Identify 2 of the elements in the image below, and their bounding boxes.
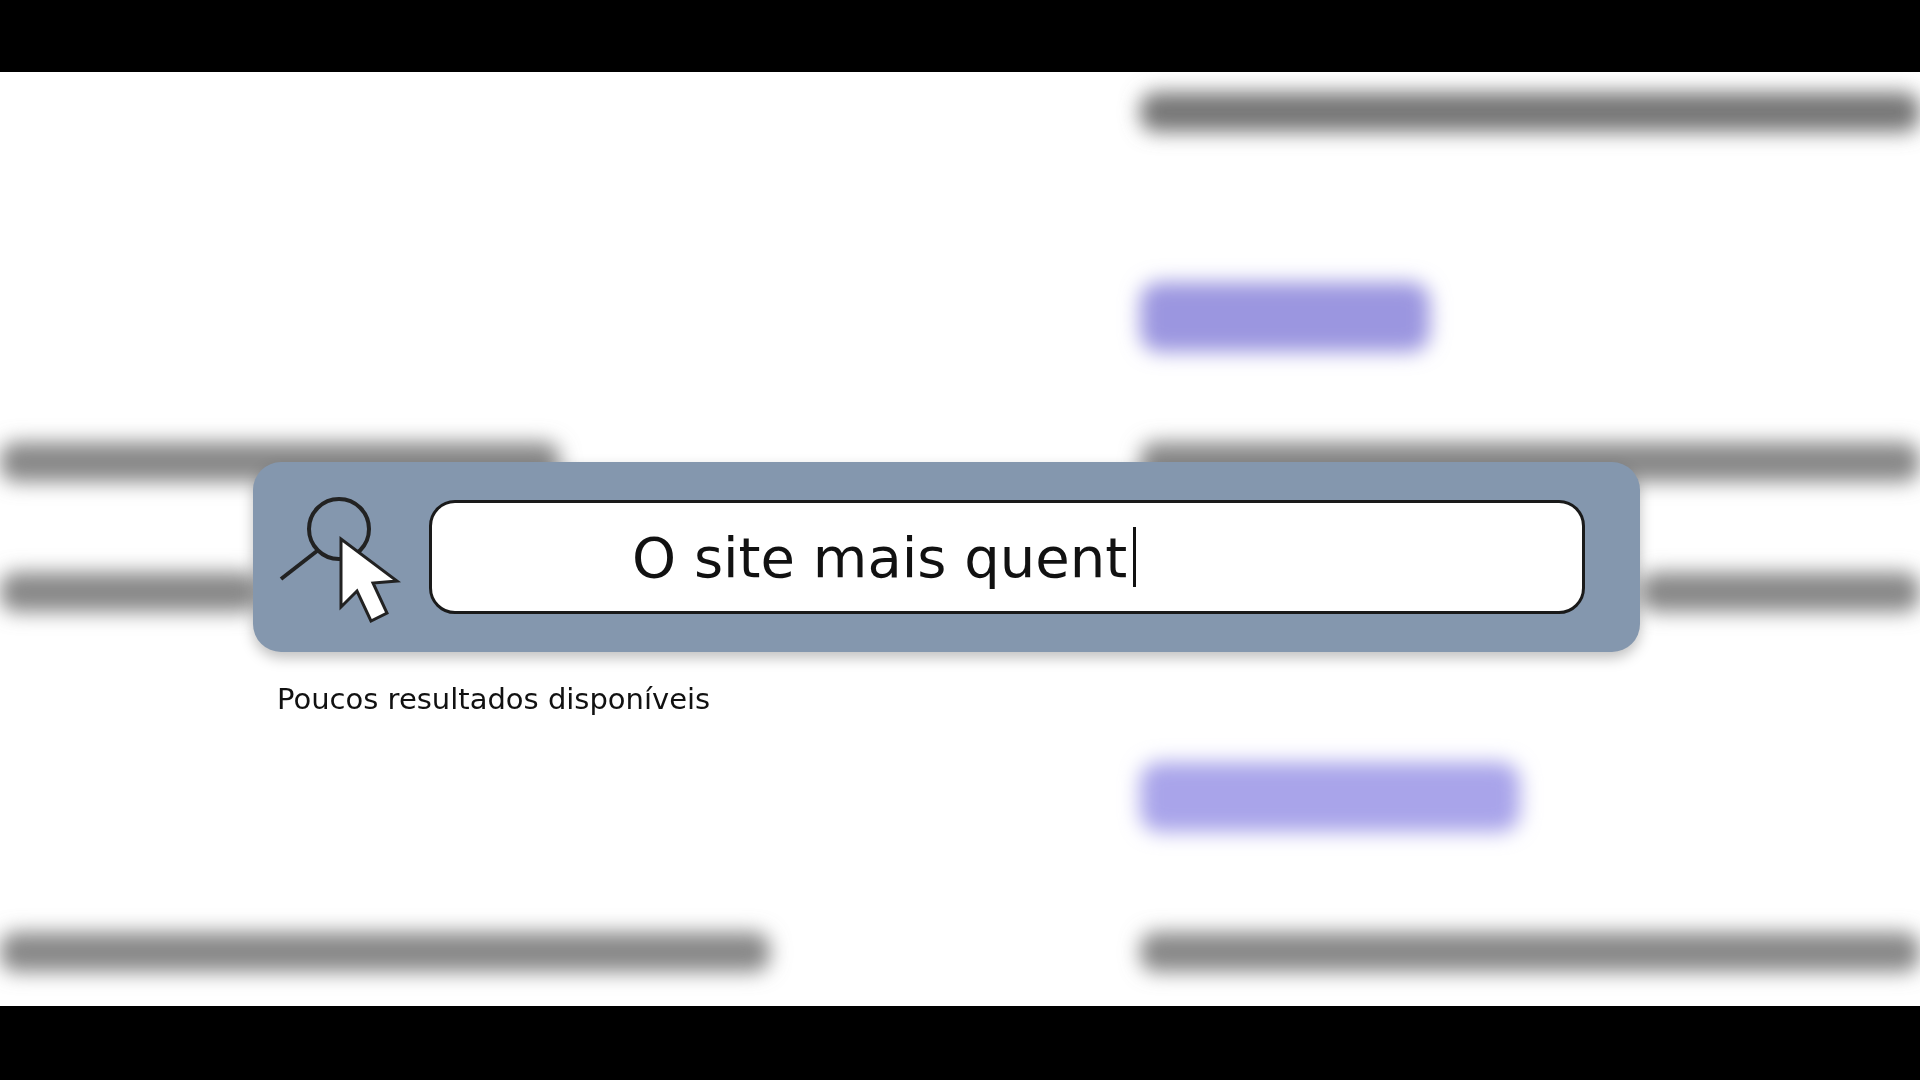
search-field[interactable]: O site mais quent [429,500,1585,614]
results-hint: Poucos resultados disponíveis [277,682,711,716]
